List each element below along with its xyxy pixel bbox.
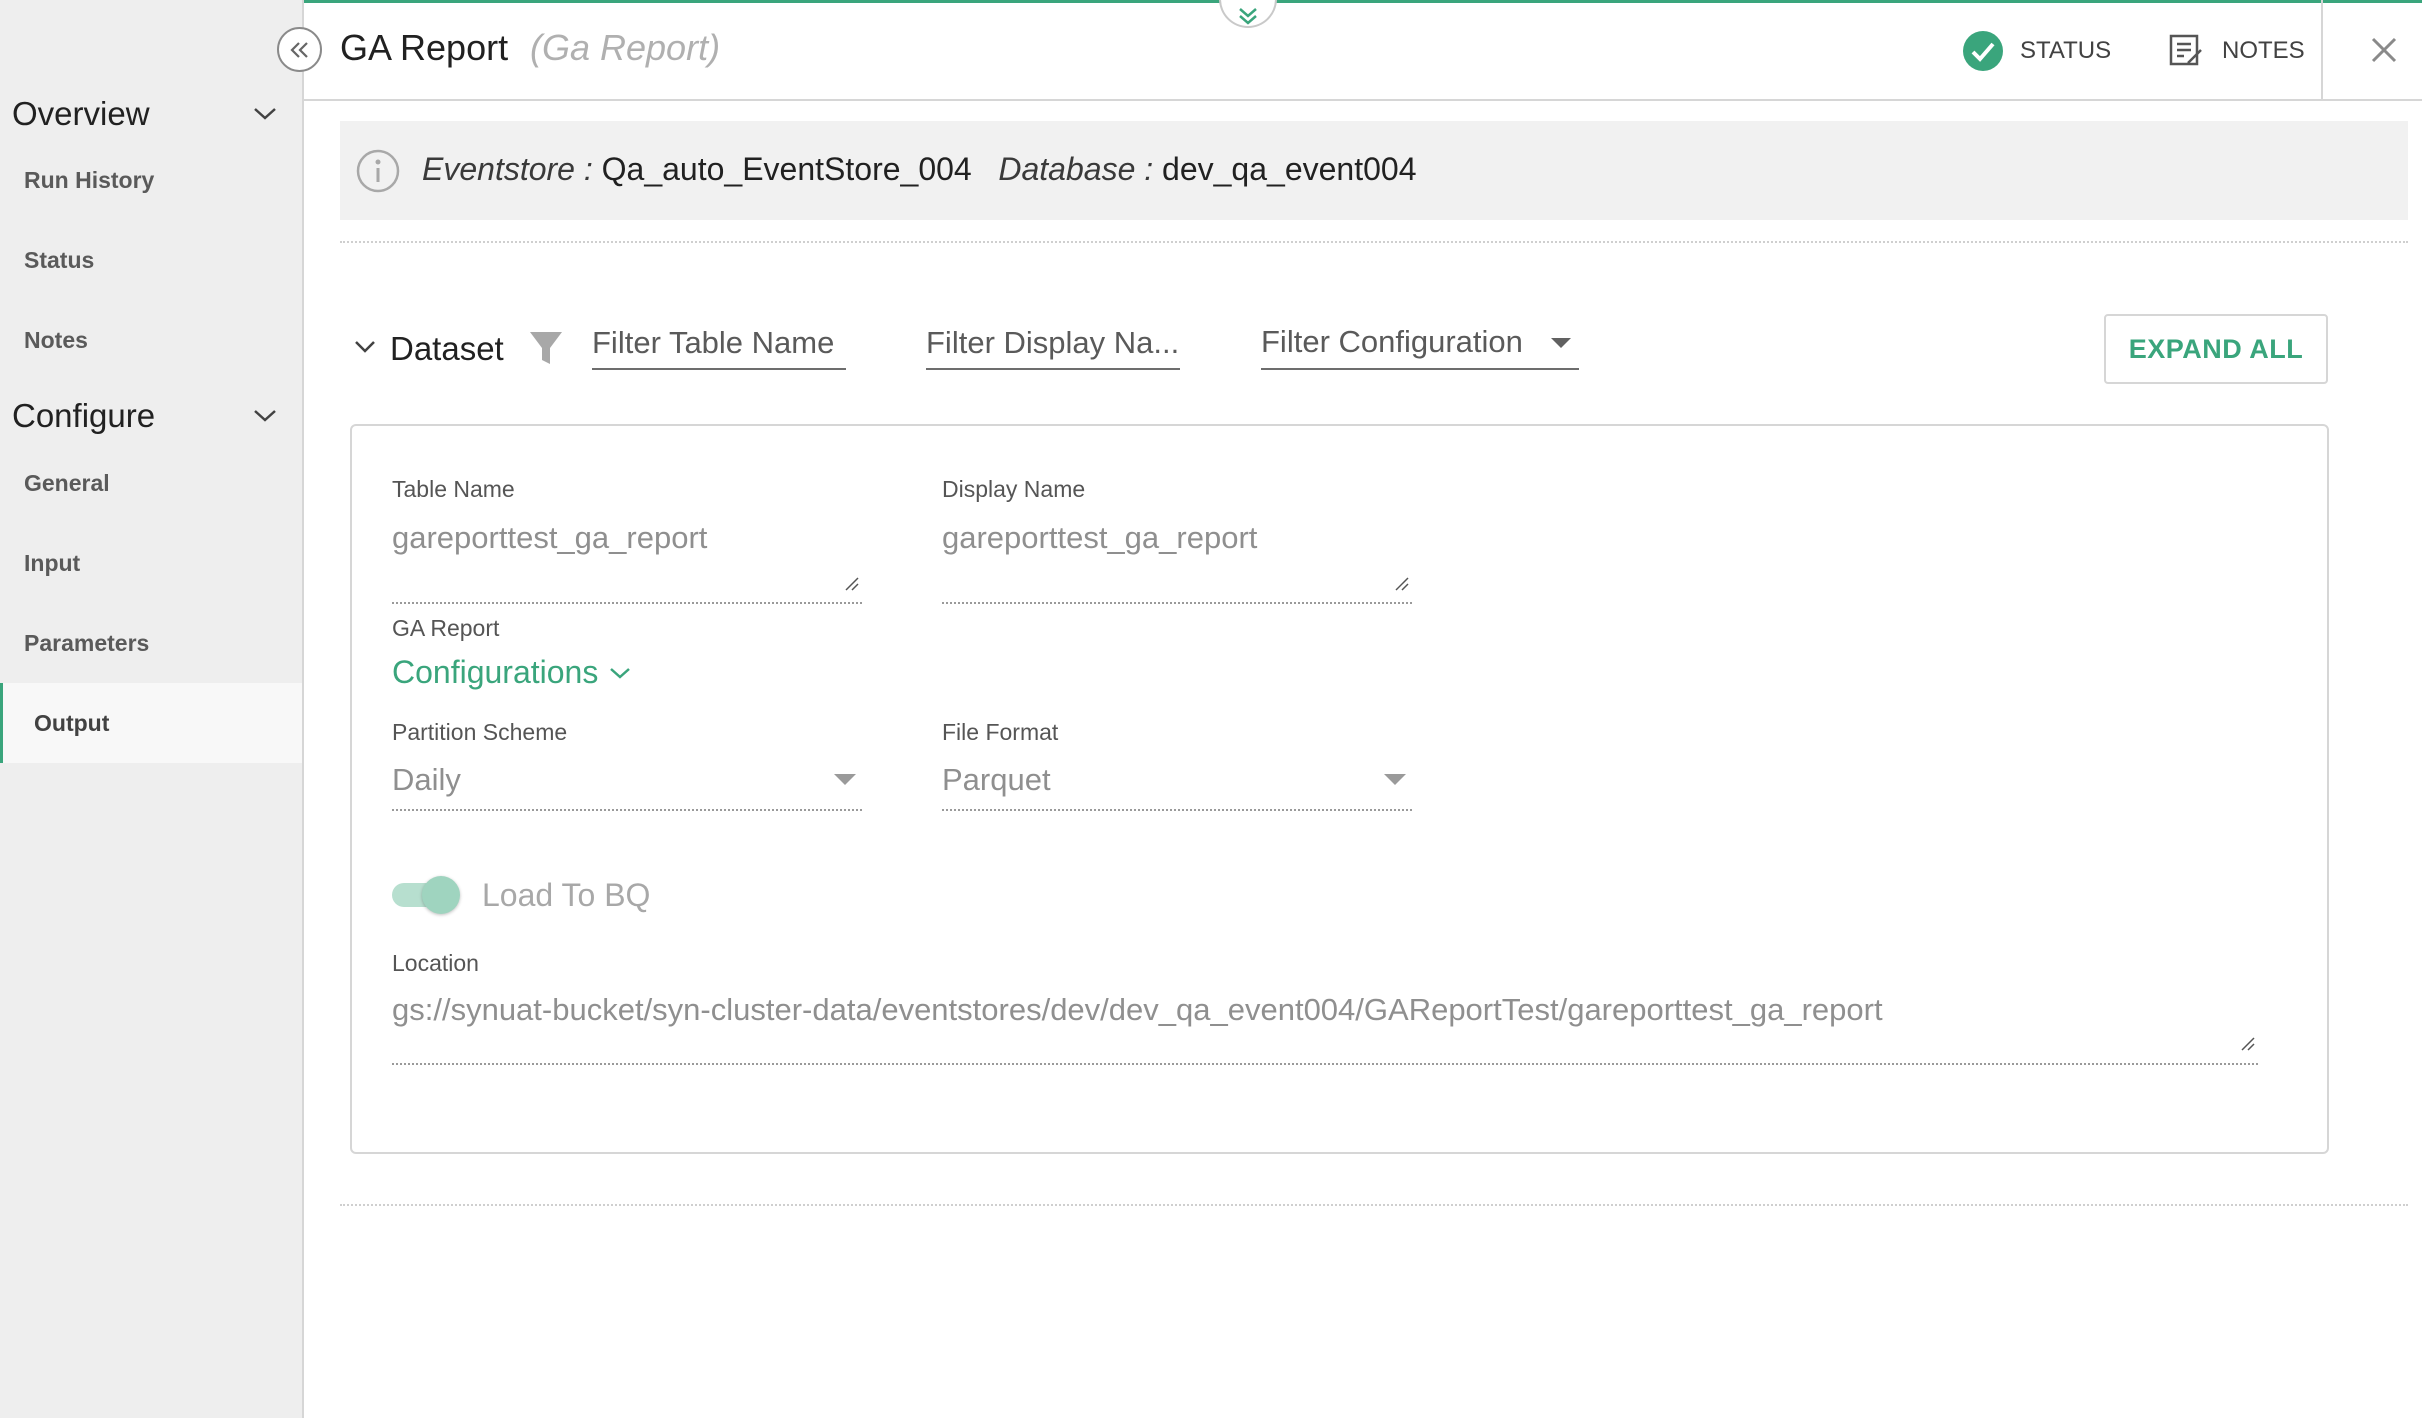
double-chevron-left-icon [289,41,308,58]
dataset-toggle[interactable]: Dataset [390,330,504,368]
ga-report-label: GA Report [392,615,500,641]
dropdown-caret-icon [1384,774,1406,785]
sidebar-item-notes[interactable]: Notes [0,300,302,380]
file-format-select[interactable]: Parquet [942,762,1051,798]
info-icon [356,149,400,193]
info-text: Eventstore : Qa_auto_EventStore_004 Data… [422,151,1416,188]
load-to-bq-toggle[interactable] [392,876,462,914]
expand-all-button[interactable]: EXPAND ALL [2104,314,2328,384]
location-label: Location [392,950,479,976]
top-accent-line [0,0,2422,3]
sidebar: Overview Run History Status Notes Config… [0,0,304,1418]
partition-scheme-label: Partition Scheme [392,719,568,745]
filter-icon [530,332,562,364]
page-subtitle: (Ga Report) [530,27,721,68]
close-button[interactable] [2364,30,2404,70]
database-label: Database : [998,151,1154,187]
info-banner: Eventstore : Qa_auto_EventStore_004 Data… [340,121,2408,220]
double-chevron-down-icon [1239,8,1257,25]
dataset-card: Table Name gareporttest_ga_report Displa… [350,424,2329,1154]
notes-button-label: NOTES [2222,37,2305,64]
file-format-underline [942,809,1412,811]
sidebar-section-overview[interactable]: Overview [12,95,150,133]
dropdown-caret-icon [1551,338,1571,348]
close-icon [2371,37,2397,63]
resize-grip-icon[interactable] [844,576,860,592]
sidebar-item-output[interactable]: Output [0,683,302,763]
partition-scheme-select[interactable]: Daily [392,762,461,798]
dropdown-caret-icon [834,774,856,785]
display-name-underline [942,602,1412,604]
display-name-label: Display Name [942,476,1086,502]
sidebar-item-input[interactable]: Input [0,523,302,603]
sidebar-item-status[interactable]: Status [0,220,302,300]
notes-icon [2169,34,2202,66]
location-underline [392,1063,2258,1065]
section-divider [340,241,2408,243]
status-button[interactable]: STATUS [1962,28,2111,74]
resize-grip-icon[interactable] [2240,1036,2256,1052]
notes-button[interactable]: NOTES [2168,28,2305,74]
partition-scheme-underline [392,809,862,811]
sidebar-item-run-history[interactable]: Run History [0,140,302,220]
configurations-link-label: Configurations [392,654,599,690]
toggle-thumb [422,876,460,914]
configurations-link[interactable]: Configurations [392,654,632,691]
sidebar-item-parameters[interactable]: Parameters [0,603,302,683]
load-to-bq-label: Load To BQ [482,877,651,913]
header-divider [2321,0,2323,100]
table-name-field[interactable]: gareporttest_ga_report [392,520,707,556]
database-value: dev_qa_event004 [1162,151,1417,187]
file-format-label: File Format [942,719,1059,745]
panel-drag-handle[interactable] [1219,0,1277,28]
location-field[interactable]: gs://synuat-bucket/syn-cluster-data/even… [392,992,1883,1028]
resize-grip-icon[interactable] [1394,576,1410,592]
filter-configuration-label: Filter Configuration [1261,324,1523,359]
chevron-down-icon[interactable] [250,104,280,124]
display-name-field[interactable]: gareporttest_ga_report [942,520,1257,556]
header-border [304,99,2422,101]
check-circle-icon [1963,31,2003,71]
sidebar-item-general[interactable]: General [0,443,302,523]
table-name-label: Table Name [392,476,515,502]
collapse-sidebar-button[interactable] [277,27,322,72]
page-title: GA Report [340,27,509,68]
sidebar-section-configure[interactable]: Configure [12,397,155,435]
section-divider [340,1204,2408,1206]
filter-display-name-input[interactable] [926,318,1180,370]
filter-table-name-input[interactable] [592,318,846,370]
filter-configuration-select[interactable]: Filter Configuration [1261,318,1579,370]
eventstore-label: Eventstore : [422,151,593,187]
status-button-label: STATUS [2020,37,2112,64]
table-name-underline [392,602,862,604]
eventstore-value: Qa_auto_EventStore_004 [601,151,972,187]
chevron-down-icon[interactable] [352,338,378,356]
chevron-down-icon [610,667,631,679]
chevron-down-icon[interactable] [250,406,280,426]
